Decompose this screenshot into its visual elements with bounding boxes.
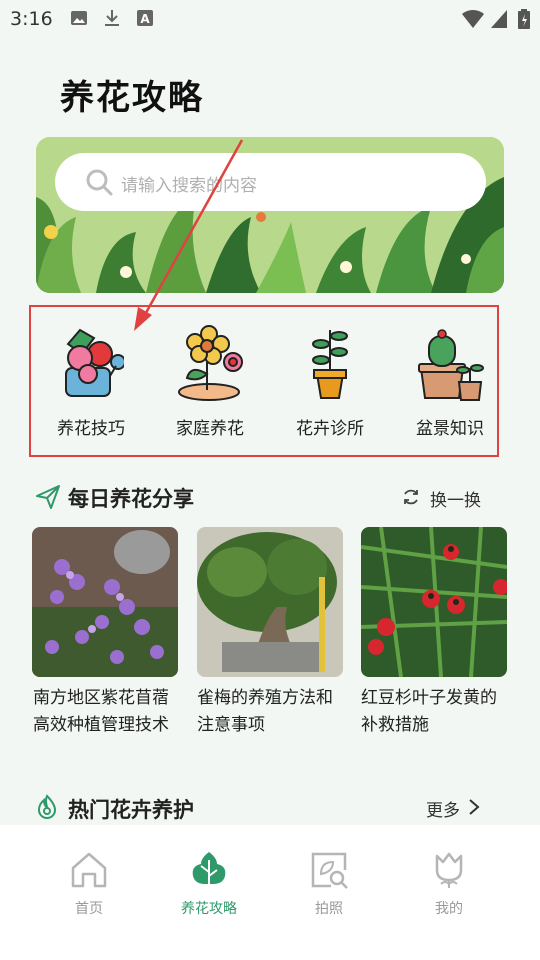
article-image-alfalfa[interactable]	[32, 527, 178, 677]
paper-plane-icon	[36, 485, 60, 509]
category-flower-tips[interactable]: 养花技巧	[36, 322, 146, 442]
image-icon	[71, 11, 87, 25]
category-label: 花卉诊所	[296, 419, 364, 439]
article-title[interactable]: 红豆杉叶子发黄的补救措施	[361, 685, 511, 739]
home-icon	[71, 852, 107, 888]
text-a-icon: A	[137, 10, 153, 26]
battery-icon	[518, 9, 530, 29]
category-label: 盆景知识	[416, 419, 484, 439]
leaf-tree-icon	[192, 852, 226, 890]
article-image-yew[interactable]	[361, 527, 507, 677]
nav-label: 拍照	[315, 901, 343, 917]
cactus-pots-icon	[418, 329, 484, 401]
category-flower-clinic[interactable]: 花卉诊所	[275, 322, 385, 442]
category-bonsai-knowledge[interactable]: 盆景知识	[395, 322, 505, 442]
article-image-sageretia[interactable]	[197, 527, 343, 677]
svg-text:A: A	[140, 12, 150, 26]
camera-search-icon	[311, 852, 348, 889]
chevron-right-icon	[469, 799, 480, 815]
wifi-icon	[462, 9, 484, 28]
watering-can-rose-icon	[65, 328, 124, 397]
status-time: 3:16	[10, 8, 53, 30]
nav-label: 养花攻略	[181, 901, 237, 917]
signal-icon	[491, 10, 507, 28]
category-label: 养花技巧	[57, 419, 125, 439]
daily-share-title: 每日养花分享	[68, 487, 194, 511]
refresh-icon	[404, 489, 418, 505]
potted-sprout-icon	[312, 330, 348, 399]
page-title: 养花攻略	[60, 78, 204, 118]
article-title[interactable]: 雀梅的养殖方法和注意事项	[197, 685, 347, 739]
more-label: 更多	[426, 801, 460, 821]
flower-pot-icon	[178, 325, 243, 401]
category-label: 家庭养花	[176, 419, 244, 439]
nav-label: 首页	[75, 901, 103, 917]
article-title[interactable]: 南方地区紫花苜蓿高效种植管理技术	[33, 685, 183, 739]
download-icon	[105, 10, 119, 26]
nav-label: 我的	[435, 901, 463, 917]
bottom-nav	[0, 825, 540, 960]
hot-care-title: 热门花卉养护	[68, 798, 194, 822]
tulip-profile-icon	[435, 852, 463, 888]
category-home-flowers[interactable]: 家庭养花	[155, 322, 265, 442]
status-bar: 3:16 A	[0, 0, 540, 38]
refresh-label: 换一换	[430, 491, 481, 511]
flame-icon	[37, 794, 57, 819]
search-icon	[86, 169, 113, 196]
